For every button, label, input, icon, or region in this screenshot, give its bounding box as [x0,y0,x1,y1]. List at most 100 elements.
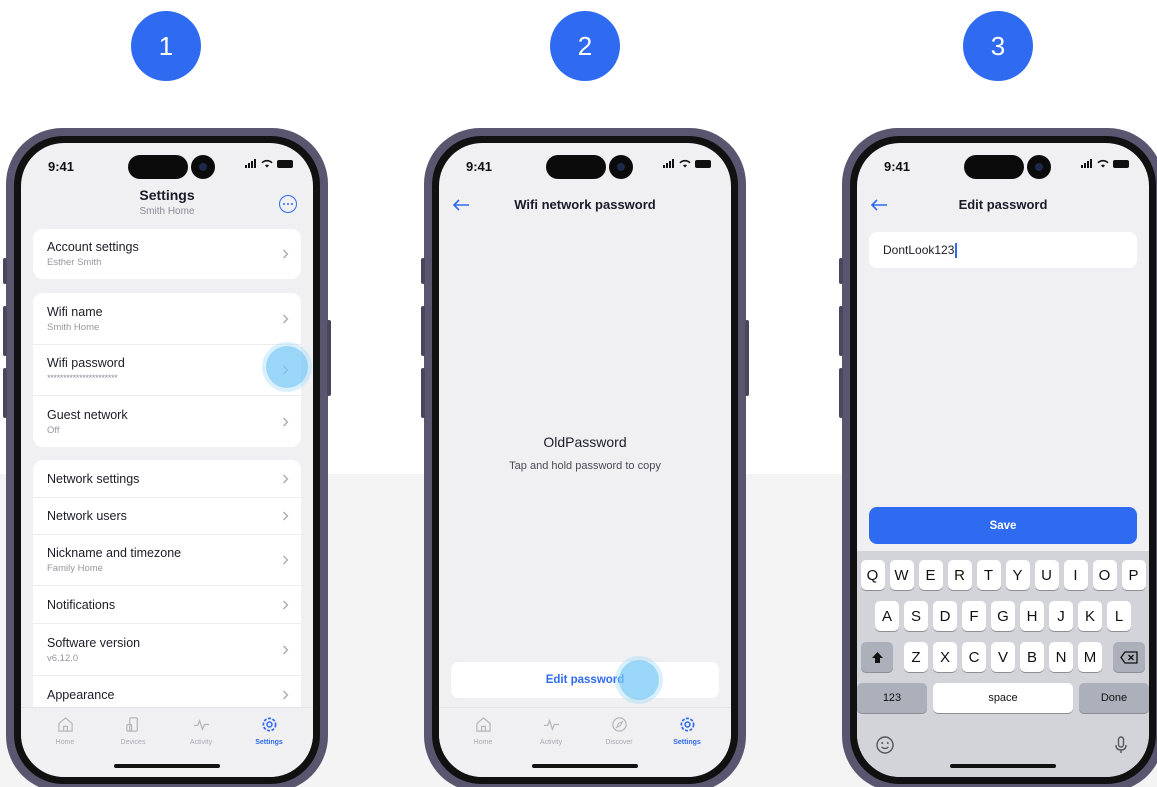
tab-devices[interactable]: Devices [103,716,163,746]
more-horizontal-circle-icon[interactable] [279,195,297,213]
account-card: Account settings Esther Smith [33,229,301,279]
key[interactable]: W [889,560,914,590]
tab-settings[interactable]: Settings [657,716,717,746]
key[interactable]: Y [1005,560,1030,590]
done-key[interactable]: Done [1079,683,1149,713]
row-sub: Off [47,424,60,436]
tab-home[interactable]: Home [453,716,513,746]
settings-row-account[interactable]: Account settings Esther Smith [33,229,301,279]
tab-home[interactable]: Home [35,716,95,746]
battery-icon [277,159,293,168]
tab-bar: Home Activity Discover Settings [439,707,731,777]
camera-icon [191,155,215,179]
key[interactable]: B [1020,642,1044,672]
row-label: Network settings [47,471,140,486]
key[interactable]: N [1049,642,1073,672]
key[interactable]: G [991,601,1015,631]
key[interactable]: Z [904,642,928,672]
chevron-right-icon [283,555,289,565]
tab-label: Activity [189,739,213,746]
page-subtitle: Smith Home [139,206,195,217]
battery-icon [695,159,711,168]
text-caret [955,242,957,258]
settings-row-network-settings[interactable]: Network settings [33,460,301,498]
tab-discover[interactable]: Discover [589,716,649,746]
home-indicator [950,764,1056,768]
keyboard-row-4: 123 space Done [857,683,1149,713]
chevron-right-icon [283,645,289,654]
phone-2: 9:41 Wifi network password OldPassword T… [421,128,749,787]
key[interactable]: E [918,560,943,590]
stage: 1 2 3 9:41 Settings Smith Home Account s… [0,0,1157,787]
settings-row-wifi-name[interactable]: Wifi name Smith Home [33,293,301,345]
settings-row-guest-network[interactable]: Guest network Off [33,396,301,447]
keyboard-row-3: Z X C V B N M [857,642,1149,672]
backspace-icon [1120,650,1138,664]
chevron-right-icon [283,249,289,259]
row-sub: Smith Home [47,321,100,333]
key[interactable]: U [1034,560,1059,590]
key[interactable]: R [947,560,972,590]
key[interactable]: M [1078,642,1102,672]
emoji-icon[interactable] [875,735,895,755]
edit-password-button[interactable]: Edit password [451,662,719,698]
microphone-icon[interactable] [1111,735,1131,755]
tab-settings[interactable]: Settings [239,716,299,746]
key[interactable]: X [933,642,957,672]
status-time: 9:41 [884,159,911,174]
shift-key[interactable] [861,642,893,672]
activity-icon [193,718,209,732]
key[interactable]: C [962,642,986,672]
password-input-value: DontLook123 [883,243,955,257]
key[interactable]: J [1049,601,1073,631]
settings-row-nickname[interactable]: Nickname and timezone Family Home [33,535,301,586]
tab-label: Settings [673,739,701,746]
copy-hint: Tap and hold password to copy [509,460,661,472]
password-value[interactable]: OldPassword [439,434,731,450]
keyboard-row-2: A S D F G H J K L [857,601,1149,631]
status-icons [245,159,293,168]
key[interactable]: V [991,642,1015,672]
network-card: Network settings Network users Nickname … [33,460,301,714]
status-bar: 9:41 [21,143,313,187]
tab-activity[interactable]: Activity [171,716,231,746]
backspace-key[interactable] [1113,642,1145,672]
password-input[interactable]: DontLook123 [869,232,1137,268]
keyboard: Q W E R T Y U I O P A S D F G H J K L Z … [857,551,1149,777]
key[interactable]: F [962,601,986,631]
key[interactable]: D [933,601,957,631]
row-label: Wifi name [47,304,103,319]
home-icon [475,717,491,732]
tab-label: Home [473,739,493,746]
row-sub: ********************** [47,373,118,384]
tab-activity[interactable]: Activity [521,716,581,746]
key[interactable]: T [976,560,1001,590]
row-label: Wifi password [47,356,125,370]
cellular-signal-icon [1081,159,1093,168]
edit-password-screen: 9:41 Edit password DontLook123 Save Q W … [857,143,1149,777]
key[interactable]: P [1121,560,1146,590]
key[interactable]: S [904,601,928,631]
row-sub: Esther Smith [47,257,102,268]
home-icon [57,717,73,732]
key[interactable]: Q [860,560,885,590]
save-button[interactable]: Save [869,507,1137,544]
settings-gear-icon [262,717,276,732]
tab-bar: Home Devices Activity Settings [21,707,313,777]
settings-row-wifi-password[interactable]: Wifi password ********************** [33,345,301,396]
key[interactable]: H [1020,601,1044,631]
settings-row-notifications[interactable]: Notifications [33,586,301,624]
key[interactable]: K [1078,601,1102,631]
key[interactable]: A [875,601,899,631]
settings-row-network-users[interactable]: Network users [33,498,301,535]
page-title: Settings [139,187,195,203]
chevron-right-icon [283,511,289,521]
step-badge-3: 3 [963,11,1033,81]
key[interactable]: L [1107,601,1131,631]
numbers-key[interactable]: 123 [857,683,927,713]
key[interactable]: I [1063,560,1088,590]
space-key[interactable]: space [933,683,1073,713]
key[interactable]: O [1092,560,1117,590]
settings-row-software-version[interactable]: Software version v6.12.0 [33,624,301,676]
row-label: Guest network [47,407,128,422]
